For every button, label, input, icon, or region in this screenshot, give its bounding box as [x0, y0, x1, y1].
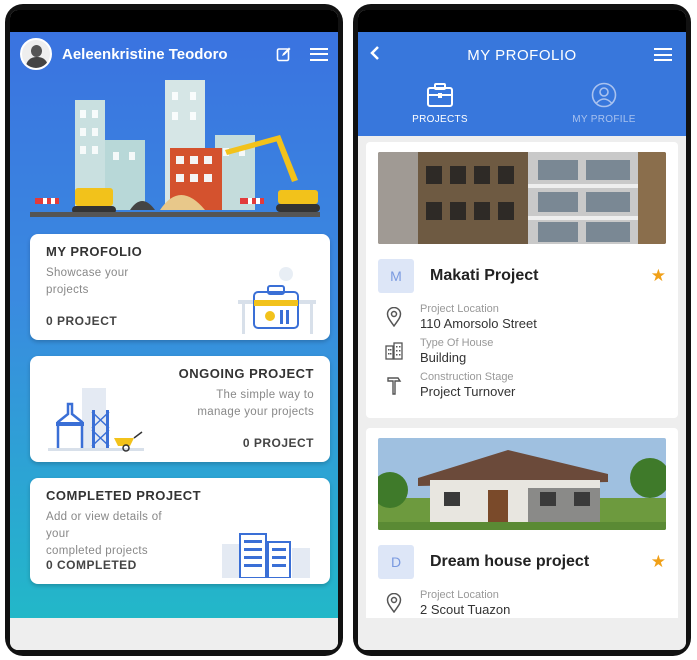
completed-card[interactable]: COMPLETED PROJECT Add or view details of… [30, 478, 330, 584]
phone-portfolio: MY PROFOLIO PROJECTS MY PROFILE M Makati… [353, 4, 691, 656]
home-screen: Aeleenkristine Teodoro MY PROFOLIO Showc… [10, 10, 338, 650]
location-pin-icon [386, 307, 402, 327]
project-location-row: Project Location 2 Scout Tuazon [378, 589, 666, 617]
ongoing-card-title: ONGOING PROJECT [178, 366, 314, 381]
edit-icon[interactable] [276, 46, 292, 62]
star-icon[interactable]: ★ [651, 552, 666, 572]
status-bar [358, 10, 686, 32]
project-letter-badge: D [378, 545, 414, 579]
scaffold-illustration [48, 388, 144, 452]
project-image [372, 438, 670, 530]
portfolio-card[interactable]: MY PROFOLIO Showcase your projects 0 PRO… [30, 234, 330, 340]
back-button[interactable] [370, 44, 380, 65]
project-name: Dream house project [430, 553, 590, 570]
project-card[interactable]: M Makati Project ★ Project Location 110 … [366, 142, 678, 418]
app-header: MY PROFOLIO PROJECTS MY PROFILE [358, 32, 686, 136]
location-label: Project Location [420, 589, 499, 601]
toolbox-illustration [238, 267, 316, 334]
project-name: Makati Project [430, 267, 539, 284]
location-value: 110 Amorsolo Street [420, 316, 537, 331]
avatar[interactable] [20, 38, 52, 70]
construction-illustration [30, 80, 320, 217]
tab-projects[interactable]: PROJECTS [358, 78, 522, 136]
portfolio-card-title: MY PROFOLIO [46, 244, 143, 259]
portfolio-screen: MY PROFOLIO PROJECTS MY PROFILE M Makati… [358, 10, 686, 650]
completed-card-count: 0 COMPLETED [46, 558, 137, 572]
chevron-left-icon [370, 46, 379, 60]
completed-card-title: COMPLETED PROJECT [46, 488, 202, 503]
briefcase-icon [427, 83, 453, 107]
ongoing-card-count: 0 PROJECT [242, 436, 314, 450]
type-value: Building [420, 350, 467, 365]
project-list[interactable]: M Makati Project ★ Project Location 110 … [358, 136, 686, 618]
tab-my-profile[interactable]: MY PROFILE [522, 78, 686, 136]
project-stage-row: Construction Stage Project Turnover [378, 371, 666, 399]
bottom-bar [10, 618, 338, 650]
user-circle-icon [591, 82, 617, 108]
status-bar [10, 10, 338, 32]
location-label: Project Location [420, 303, 499, 315]
menu-icon[interactable] [310, 47, 328, 61]
star-icon[interactable]: ★ [651, 266, 666, 286]
ongoing-card[interactable]: ONGOING PROJECT The simple way to manage… [30, 356, 330, 462]
menu-icon[interactable] [654, 48, 672, 61]
buildings-illustration [222, 533, 310, 578]
stage-label: Construction Stage [420, 371, 514, 383]
location-value: 2 Scout Tuazon [420, 602, 511, 617]
project-image [378, 152, 666, 244]
project-card[interactable]: D Dream house project ★ Project Location… [366, 428, 678, 618]
phone-home: Aeleenkristine Teodoro MY PROFOLIO Showc… [5, 4, 343, 656]
portfolio-card-count: 0 PROJECT [46, 314, 118, 328]
home-header: Aeleenkristine Teodoro [10, 32, 338, 76]
hammer-icon [387, 377, 402, 395]
project-letter-badge: M [378, 259, 414, 293]
user-name: Aeleenkristine Teodoro [62, 45, 228, 63]
tab-bar: PROJECTS MY PROFILE [358, 78, 686, 136]
type-label: Type Of House [420, 337, 494, 349]
stage-value: Project Turnover [420, 384, 516, 399]
location-pin-icon [386, 593, 402, 613]
bottom-bar [358, 618, 686, 650]
tab-projects-label: PROJECTS [412, 114, 468, 125]
project-type-row: Type Of House Building [378, 337, 666, 365]
project-location-row: Project Location 110 Amorsolo Street [378, 303, 666, 331]
tab-my-profile-label: MY PROFILE [572, 114, 636, 125]
page-title: MY PROFOLIO [467, 46, 577, 64]
building-icon [385, 342, 403, 360]
